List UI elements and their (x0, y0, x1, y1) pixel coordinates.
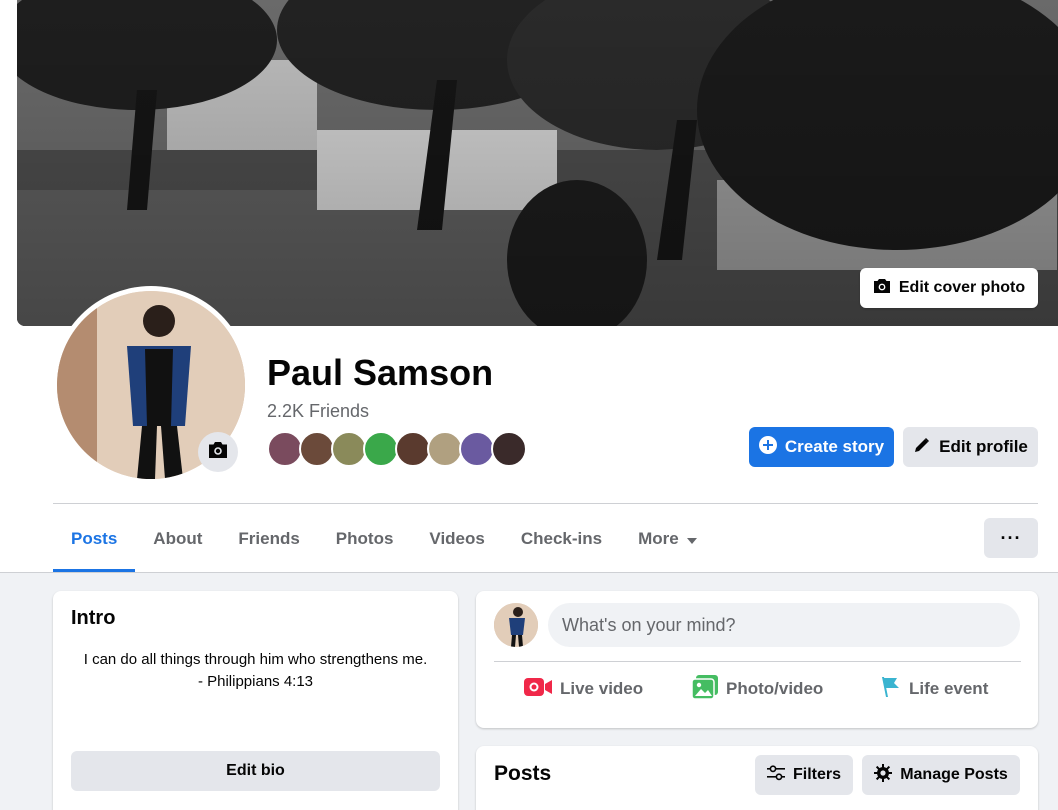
tab-label: Friends (238, 528, 300, 548)
friend-avatar[interactable] (267, 431, 303, 467)
caret-down-icon (686, 529, 697, 549)
friend-avatar[interactable] (491, 431, 527, 467)
filters-button[interactable]: Filters (755, 755, 853, 795)
composer-placeholder: What's on your mind? (562, 614, 736, 635)
more-options-button[interactable]: ··· (984, 518, 1038, 558)
whats-on-your-mind-input[interactable]: What's on your mind? (548, 603, 1020, 647)
pencil-icon (913, 436, 931, 459)
gear-icon (874, 763, 893, 787)
tab-posts[interactable]: Posts (53, 505, 136, 572)
friends-count-link[interactable]: 2.2K Friends (267, 401, 369, 422)
friend-avatar[interactable] (331, 431, 367, 467)
edit-cover-photo-button[interactable]: Edit cover photo (860, 268, 1038, 308)
edit-bio-button[interactable]: Edit bio (71, 751, 440, 791)
tab-label: About (153, 528, 203, 548)
photo-video-label: Photo/video (726, 679, 824, 698)
manage-posts-label: Manage Posts (900, 766, 1008, 783)
composer-avatar[interactable] (494, 603, 538, 647)
tab-label: More (638, 528, 679, 548)
sliders-icon (766, 764, 785, 786)
tab-label: Photos (335, 528, 394, 548)
friend-avatar[interactable] (363, 431, 399, 467)
create-story-button[interactable]: Create story (749, 427, 894, 467)
ellipsis-icon: ··· (1000, 527, 1022, 548)
tab-photos[interactable]: Photos (318, 505, 412, 572)
bio-line: - Philippians 4:13 (197, 673, 314, 690)
photo-icon (691, 674, 718, 704)
intro-title: Intro (71, 607, 116, 629)
tab-videos[interactable]: Videos (411, 505, 502, 572)
update-profile-picture-button[interactable] (198, 432, 238, 472)
edit-cover-photo-label: Edit cover photo (898, 279, 1026, 296)
manage-posts-button[interactable]: Manage Posts (862, 755, 1020, 795)
tab-more[interactable]: More (620, 505, 715, 572)
live-video-button[interactable]: Live video (524, 669, 643, 709)
tab-about[interactable]: About (135, 505, 220, 572)
tab-label: Videos (429, 528, 485, 548)
filters-label: Filters (792, 766, 841, 783)
bio-text: I can do all things through him who stre… (71, 649, 440, 693)
life-event-label: Life event (909, 679, 989, 698)
plus-circle-icon (758, 435, 777, 459)
edit-profile-label: Edit profile (939, 437, 1028, 456)
tab-label: Posts (71, 528, 118, 548)
friend-avatar[interactable] (299, 431, 335, 467)
tab-check-ins[interactable]: Check-ins (503, 505, 620, 572)
edit-bio-label: Edit bio (226, 762, 285, 779)
camera-icon (873, 278, 891, 299)
live-video-label: Live video (560, 679, 644, 698)
posts-title: Posts (494, 762, 552, 785)
profile-name: Paul Samson (267, 352, 494, 393)
tab-label: Check-ins (520, 528, 603, 548)
composer-card: What's on your mind? Live video Photo/vi… (476, 591, 1038, 728)
live-video-icon (524, 677, 552, 702)
friend-avatar[interactable] (395, 431, 431, 467)
bio-line: I can do all things through him who stre… (83, 651, 428, 668)
friend-avatar[interactable] (427, 431, 463, 467)
composer-divider (494, 661, 1021, 662)
header-divider (53, 503, 1038, 504)
profile-tabs: Posts About Friends Photos Videos Check-… (53, 505, 715, 572)
flag-icon (879, 676, 901, 703)
camera-icon (208, 441, 228, 464)
life-event-button[interactable]: Life event (879, 669, 988, 709)
posts-card: Posts Filters Manage Posts (476, 746, 1038, 810)
intro-card: Intro I can do all things through him wh… (53, 591, 458, 810)
tab-friends[interactable]: Friends (220, 505, 317, 572)
create-story-label: Create story (784, 437, 885, 456)
edit-profile-button[interactable]: Edit profile (903, 427, 1038, 467)
composer-avatar-image (494, 603, 538, 647)
photo-video-button[interactable]: Photo/video (691, 669, 824, 709)
friend-avatar[interactable] (459, 431, 495, 467)
